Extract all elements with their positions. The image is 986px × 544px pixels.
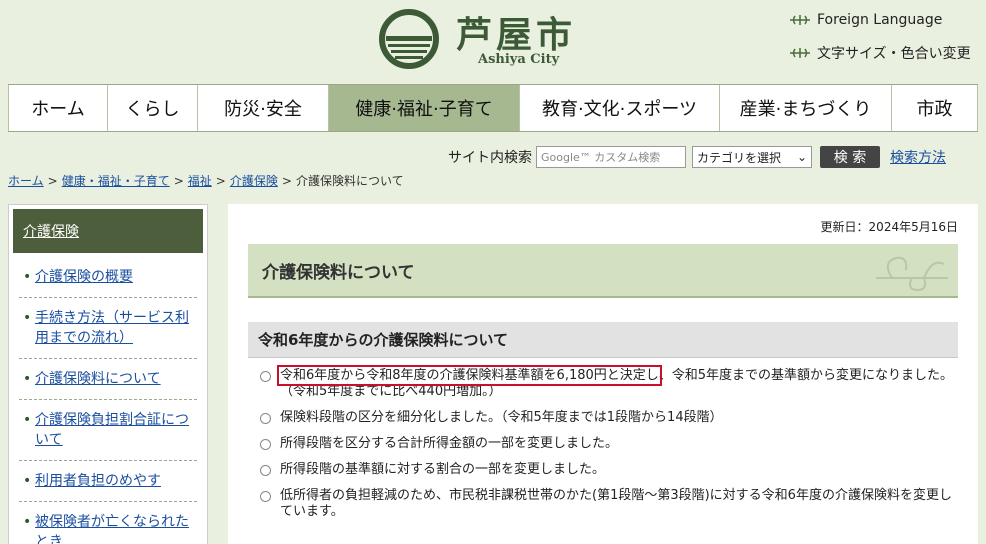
city-emblem-icon[interactable] [378, 8, 440, 70]
page-title-text: 介護保険料について [262, 262, 415, 283]
sidebar-item: 利用者負担のめやす [19, 461, 197, 502]
nav-living[interactable]: くらし [108, 85, 198, 131]
sidebar-link-deceased[interactable]: 被保険者が亡くなられたとき [35, 514, 189, 544]
sidebar-list: 介護保険の概要 手続き方法（サービス利用までの流れ） 介護保険料について 介護保… [9, 257, 207, 544]
global-nav: ホーム くらし 防災·安全 健康·福祉·子育て 教育·文化·スポーツ 産業·まち… [8, 84, 978, 132]
search-input[interactable]: Google™ カスタム検索 [536, 146, 686, 168]
highlighted-text: 令和6年度から令和8年度の介護保険料基準額を6,180円と決定し [277, 365, 662, 386]
nav-industry[interactable]: 産業·まちづくり [720, 85, 892, 131]
category-select[interactable]: カテゴリを選択 ⌄ [692, 146, 812, 168]
sidebar-item: 介護保険の概要 [19, 257, 197, 298]
breadcrumb-current: 介護保険料について [295, 174, 404, 188]
chevron-down-icon: ⌄ [796, 150, 807, 164]
search-button[interactable]: 検 索 [820, 146, 880, 168]
sidebar-link-premium[interactable]: 介護保険料について [35, 371, 161, 387]
breadcrumb-welfare[interactable]: 福祉 [188, 174, 212, 188]
nav-home[interactable]: ホーム [8, 85, 108, 131]
category-select-value: カテゴリを選択 [697, 150, 782, 165]
sidebar-item: 被保険者が亡くなられたとき [19, 502, 197, 544]
site-search: サイト内検索 Google™ カスタム検索 カテゴリを選択 ⌄ 検 索 検索方法 [448, 146, 946, 168]
nav-safety[interactable]: 防災·安全 [198, 85, 329, 131]
text-size-color-link[interactable]: 文字サイズ・色合い変更 [789, 43, 971, 63]
nav-health-welfare[interactable]: 健康·福祉·子育て [329, 85, 520, 131]
updated-date: 更新日：2024年5月16日 [820, 220, 958, 234]
list-item: 令和6年度から令和8年度の介護保険料基準額を6,180円と決定し、令和5年度まで… [258, 365, 958, 400]
premium-changes-list: 令和6年度から令和8年度の介護保険料基準額を6,180円と決定し、令和5年度まで… [258, 365, 958, 530]
sidebar-link-procedure[interactable]: 手続き方法（サービス利用までの流れ） [35, 310, 189, 346]
search-help-link[interactable]: 検索方法 [890, 147, 946, 167]
ornament-icon [876, 256, 948, 292]
list-item: 保険料段階の区分を細分化しました。（令和5年度までは1段階から14段階） [258, 410, 958, 426]
sidebar-item: 介護保険負担割合証について [19, 400, 197, 461]
list-item-text: 保険料段階の区分を細分化しました。（令和5年度までは1段階から14段階） [280, 410, 723, 425]
text-size-color-label: 文字サイズ・色合い変更 [817, 46, 971, 62]
list-item-text: 低所得者の負担軽減のため、市民税非課税世帯のかた(第1段階～第3段階)に対する令… [280, 488, 952, 519]
page-title: 介護保険料について [248, 244, 958, 298]
sidebar-heading[interactable]: 介護保険 [13, 209, 203, 253]
site-logo-text[interactable]: 芦屋市 [456, 6, 576, 58]
sidebar-link-overview[interactable]: 介護保険の概要 [35, 269, 133, 285]
foreign-language-label: Foreign Language [817, 12, 943, 28]
nav-education-culture[interactable]: 教育·文化·スポーツ [520, 85, 720, 131]
section-heading: 令和6年度からの介護保険料について [248, 322, 958, 358]
list-item-text: 所得段階を区分する合計所得金額の一部を変更しました。 [280, 436, 619, 451]
list-item: 所得段階の基準額に対する割合の一部を変更しました。 [258, 462, 958, 478]
list-item: 所得段階を区分する合計所得金額の一部を変更しました。 [258, 436, 958, 452]
breadcrumb-home[interactable]: ホーム [8, 174, 44, 188]
nav-city-government[interactable]: 市政 [892, 85, 978, 131]
sidebar-item: 介護保険料について [19, 359, 197, 400]
site-logo-subtitle: Ashiya City [478, 52, 560, 67]
ornament-icon [790, 15, 810, 25]
main-content: 更新日：2024年5月16日 介護保険料について 令和6年度からの介護保険料につ… [228, 204, 978, 544]
sidebar-link-burden-ratio[interactable]: 介護保険負担割合証について [35, 412, 189, 448]
sidebar-link-user-burden[interactable]: 利用者負担のめやす [35, 473, 161, 489]
breadcrumb: ホーム > 健康・福祉・子育て > 福祉 > 介護保険 > 介護保険料について [8, 174, 404, 188]
site-header: 芦屋市 Ashiya City Foreign Language 文字サイズ・色… [0, 0, 986, 84]
list-item: 低所得者の負担軽減のため、市民税非課税世帯のかた(第1段階～第3段階)に対する令… [258, 488, 958, 520]
sidebar: 介護保険 介護保険の概要 手続き方法（サービス利用までの流れ） 介護保険料につい… [8, 204, 208, 544]
breadcrumb-health[interactable]: 健康・福祉・子育て [62, 174, 170, 188]
sidebar-item: 手続き方法（サービス利用までの流れ） [19, 298, 197, 359]
breadcrumb-care-insurance[interactable]: 介護保険 [230, 174, 278, 188]
search-label: サイト内検索 [448, 150, 532, 166]
ornament-icon [790, 48, 810, 58]
list-item-text: 所得段階の基準額に対する割合の一部を変更しました。 [280, 462, 606, 477]
foreign-language-link[interactable]: Foreign Language [789, 12, 942, 28]
